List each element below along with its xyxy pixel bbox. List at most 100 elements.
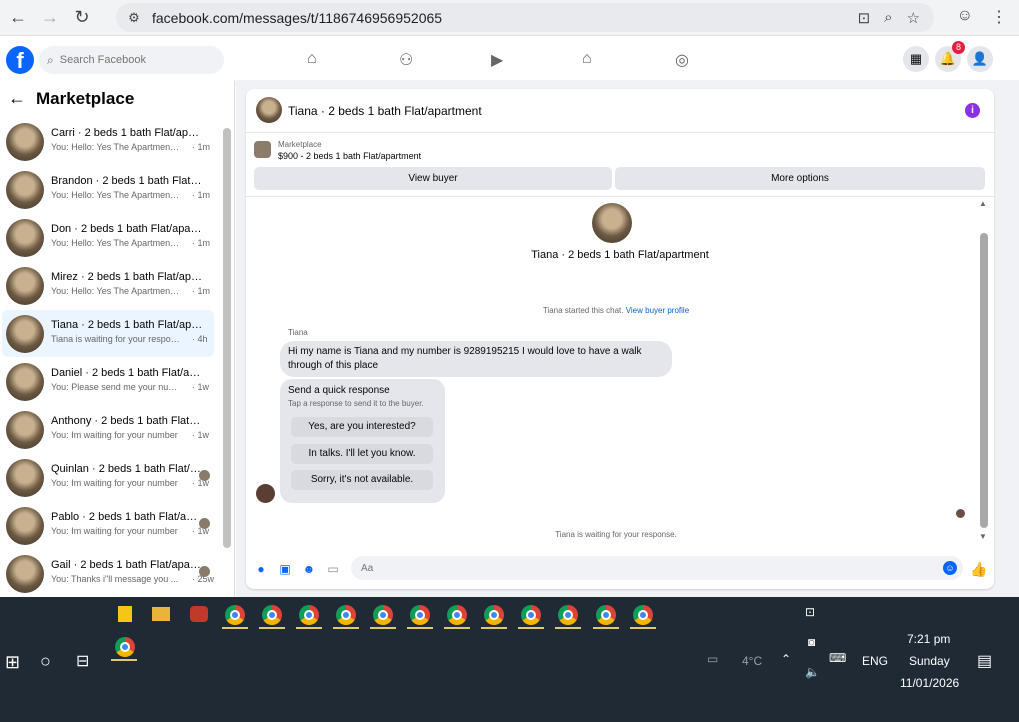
conversation-snippet: You: Hello: Yes The Apartment Is ... [51, 142, 181, 152]
reload-icon[interactable]: ↻ [68, 4, 96, 32]
conversation-item[interactable]: Pablo · 2 beds 1 bath Flat/apartment You:… [2, 502, 214, 549]
quick-reply-not-available[interactable]: Sorry, it's not available. [291, 470, 433, 490]
scroll-up-icon[interactable]: ▲ [979, 199, 987, 208]
weather-icon[interactable]: ▭ [707, 652, 718, 666]
quick-reply-yes[interactable]: Yes, are you interested? [291, 417, 433, 437]
menu-grid-icon[interactable]: ▦ [903, 46, 929, 72]
gif-icon[interactable]: ▭ [326, 562, 340, 576]
started-text: Tiana started this chat. [542, 306, 624, 315]
sticker-icon[interactable]: ☻ [302, 562, 316, 576]
chrome-taskbar-icon[interactable] [299, 605, 319, 625]
quick-reply-in-talks[interactable]: In talks. I'll let you know. [291, 444, 433, 464]
video-icon[interactable]: ▶ [491, 50, 503, 70]
task-view-icon[interactable]: ⊟ [76, 651, 89, 671]
chrome-taskbar-icon[interactable] [373, 605, 393, 625]
scrollbar[interactable] [223, 128, 231, 548]
chrome-taskbar-icon[interactable] [225, 605, 245, 625]
chrome-taskbar-icon[interactable] [262, 605, 282, 625]
address-bar[interactable]: ⚙ facebook.com/messages/t/11867469569520… [116, 3, 934, 32]
sticky-notes-icon[interactable] [118, 606, 132, 622]
chrome-window-icon[interactable] [115, 637, 135, 657]
network-icon[interactable]: ⊡ [805, 605, 815, 619]
panel-title: Marketplace [36, 88, 135, 108]
facebook-header: f ⌕ ⌂ ⚇ ▶ ⌂ ◎ ▦ 🔔 8 👤 [0, 36, 1019, 84]
chat-scrollbar[interactable] [980, 233, 988, 528]
chrome-taskbar-icon[interactable] [558, 605, 578, 625]
buyer-profile-avatar[interactable] [592, 203, 632, 243]
conversation-name: Daniel · 2 beds 1 bath Flat/apartment [51, 367, 203, 379]
home-icon[interactable]: ⌂ [307, 50, 317, 68]
friends-icon[interactable]: ⚇ [399, 50, 413, 70]
language-indicator[interactable]: ENG [862, 654, 888, 668]
notifications-center-icon[interactable]: ▤ [977, 651, 992, 671]
view-buyer-profile-link[interactable]: View buyer profile [626, 306, 689, 315]
photo-icon[interactable]: ▣ [278, 562, 292, 576]
chrome-taskbar-icon[interactable] [336, 605, 356, 625]
listing-thumbnail[interactable] [254, 141, 271, 158]
thumbs-up-icon[interactable]: 👍 [970, 562, 987, 576]
profile-icon[interactable]: ☺ [957, 7, 973, 27]
account-avatar[interactable]: 👤 [967, 46, 993, 72]
more-options-button[interactable]: More options [615, 167, 985, 190]
weather-temp[interactable]: 4°C [742, 654, 762, 668]
camera-icon[interactable]: ◙ [808, 635, 815, 649]
search-input[interactable] [59, 54, 210, 66]
chat-avatar[interactable] [256, 97, 282, 123]
keyboard-icon[interactable]: ⌨ [829, 651, 846, 665]
conversation-item[interactable]: Don · 2 beds 1 bath Flat/apartment You: H… [2, 214, 214, 261]
emoji-icon[interactable]: ☺ [943, 561, 957, 575]
conversation-avatar [6, 315, 44, 353]
chrome-taskbar-icon[interactable] [447, 605, 467, 625]
site-info-icon[interactable]: ⚙ [124, 10, 144, 26]
conversation-item[interactable]: Quinlan · 2 beds 1 bath Flat/apartment Yo… [2, 454, 214, 501]
conversation-item[interactable]: Daniel · 2 beds 1 bath Flat/apartment You… [2, 358, 214, 405]
url-text[interactable]: facebook.com/messages/t/1186746956952065 [152, 10, 442, 26]
scroll-down-icon[interactable]: ▼ [979, 532, 987, 541]
tray-expand-icon[interactable]: ⌃ [781, 652, 791, 666]
back-arrow-icon[interactable]: ← [8, 88, 26, 109]
install-icon[interactable]: ⊡ [858, 9, 871, 27]
conversation-item[interactable]: Anthony · 2 beds 1 bath Flat/apartment Yo… [2, 406, 214, 453]
chrome-taskbar-icon[interactable] [521, 605, 541, 625]
clock-date[interactable]: 11/01/2026 [900, 676, 959, 690]
conversation-item[interactable]: Tiana · 2 beds 1 bath Flat/apartment Tian… [2, 310, 214, 357]
conversation-avatar [6, 459, 44, 497]
back-icon[interactable]: ← [4, 4, 32, 32]
conversation-name: Don · 2 beds 1 bath Flat/apartment [51, 223, 203, 235]
message-input[interactable] [361, 556, 931, 580]
chrome-taskbar-icon[interactable] [633, 605, 653, 625]
menu-dots-icon[interactable]: ⋮ [991, 7, 1007, 27]
info-icon[interactable]: i [965, 103, 980, 118]
chrome-taskbar-icon[interactable] [410, 605, 430, 625]
conversation-item[interactable]: Gail · 2 beds 1 bath Flat/apartment You: … [2, 550, 214, 597]
conversation-item[interactable]: Brandon · 2 beds 1 bath Flat/apartment Yo… [2, 166, 214, 213]
seen-avatar [199, 566, 210, 577]
notifications-icon[interactable]: 🔔 8 [935, 41, 965, 72]
conversation-snippet: You: Please send me your number... [51, 382, 181, 392]
chrome-taskbar-icon[interactable] [596, 605, 616, 625]
groups-icon[interactable]: ◎ [675, 50, 689, 70]
listing-price[interactable]: $900 - 2 beds 1 bath Flat/apartment [278, 151, 421, 161]
search-circle-icon[interactable]: ○ [40, 651, 51, 672]
file-explorer-icon[interactable] [152, 607, 170, 621]
marketplace-icon[interactable]: ⌂ [582, 50, 592, 68]
chrome-taskbar-icon[interactable] [484, 605, 504, 625]
bookmark-star-icon[interactable]: ☆ [907, 9, 920, 27]
clock-day[interactable]: Sunday [909, 654, 950, 668]
forward-icon[interactable]: → [36, 4, 64, 32]
conversation-item[interactable]: Mirez · 2 beds 1 bath Flat/apartment You:… [2, 262, 214, 309]
facebook-logo-icon[interactable]: f [6, 46, 34, 74]
conversation-item[interactable]: Carri · 2 beds 1 bath Flat/apartment You:… [2, 118, 214, 165]
windows-start-icon[interactable]: ⊞ [5, 652, 20, 673]
message-input-box[interactable]: ☺ [351, 556, 963, 580]
view-buyer-button[interactable]: View buyer [254, 167, 612, 190]
volume-icon[interactable]: 🔈 [805, 665, 820, 679]
zoom-icon[interactable]: ⌕ [884, 9, 892, 27]
conversation-name: Gail · 2 beds 1 bath Flat/apartment [51, 559, 203, 571]
conversation-snippet: You: Thanks i"ll message you ... [51, 574, 179, 584]
snipping-tool-icon[interactable] [190, 606, 208, 622]
search-box[interactable]: ⌕ [39, 46, 224, 74]
waiting-text: Tiana is waiting for your response. [555, 530, 677, 539]
microphone-icon[interactable]: ● [254, 562, 268, 576]
clock-time[interactable]: 7:21 pm [907, 632, 950, 646]
